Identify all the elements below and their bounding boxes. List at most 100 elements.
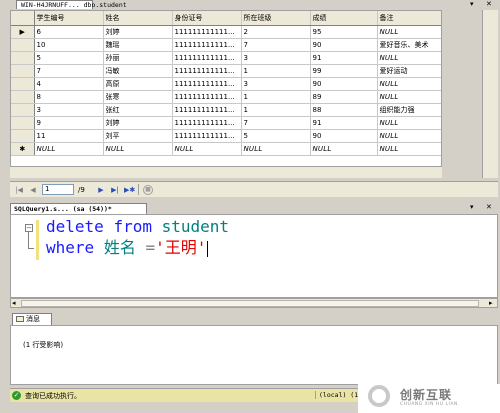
table-cell[interactable]: 99: [310, 64, 378, 78]
table-cell[interactable]: 刘婷: [103, 116, 173, 130]
tab-list-icon[interactable]: ▾: [470, 203, 474, 212]
table-cell[interactable]: NULL: [377, 129, 441, 143]
table-cell[interactable]: NULL: [377, 77, 441, 91]
table-cell[interactable]: NULL: [377, 142, 441, 156]
table-cell[interactable]: NULL: [34, 142, 104, 156]
table-cell[interactable]: NULL: [377, 116, 441, 130]
table-cell[interactable]: 孙丽: [103, 51, 173, 65]
row-selector[interactable]: [11, 129, 35, 143]
table-cell[interactable]: 5: [34, 51, 104, 65]
close-icon[interactable]: ✕: [486, 0, 492, 9]
table-cell[interactable]: NULL: [241, 142, 311, 156]
column-header[interactable]: 学生编号: [34, 11, 104, 26]
table-cell[interactable]: 冯敏: [103, 64, 173, 78]
row-selector[interactable]: [11, 64, 35, 78]
table-cell[interactable]: 95: [310, 25, 378, 39]
row-selector[interactable]: [11, 77, 35, 91]
table-cell[interactable]: 组织能力强: [377, 103, 441, 117]
table-cell[interactable]: 1: [241, 64, 311, 78]
close-icon[interactable]: ✕: [486, 203, 492, 212]
table-cell[interactable]: 111111111111...: [172, 25, 242, 39]
new-record-icon[interactable]: ▶✱: [124, 185, 135, 195]
table-cell[interactable]: NULL: [377, 51, 441, 65]
table-cell[interactable]: 111111111111...: [172, 129, 242, 143]
table-cell[interactable]: 刘婷: [103, 25, 173, 39]
column-header[interactable]: 所在班级: [241, 11, 311, 26]
table-cell[interactable]: 3: [241, 77, 311, 91]
tab-list-icon[interactable]: ▾: [470, 0, 474, 9]
scroll-left-icon[interactable]: ◂: [12, 299, 16, 307]
sql-editor[interactable]: − delete from student where 姓名 ='王明': [10, 214, 498, 298]
last-record-icon[interactable]: ▶|: [110, 185, 120, 195]
table-cell[interactable]: NULL: [377, 25, 441, 39]
table-cell[interactable]: 1: [241, 90, 311, 104]
collapse-icon[interactable]: −: [25, 224, 33, 232]
table-cell[interactable]: NULL: [377, 90, 441, 104]
table-cell[interactable]: 6: [34, 25, 104, 39]
table-cell[interactable]: 高原: [103, 77, 173, 91]
table-cell[interactable]: 89: [310, 90, 378, 104]
table-cell[interactable]: 111111111111...: [172, 90, 242, 104]
table-cell[interactable]: 张红: [103, 103, 173, 117]
table-row[interactable]: 5 孙丽 111111111111... 3 91 NULL: [11, 51, 441, 65]
table-cell[interactable]: 10: [34, 38, 104, 52]
table-cell[interactable]: 91: [310, 51, 378, 65]
table-cell[interactable]: NULL: [310, 142, 378, 156]
column-header[interactable]: 成绩: [310, 11, 378, 26]
table-row[interactable]: 7 冯敏 111111111111... 1 99 爱好运动: [11, 64, 441, 78]
stop-icon[interactable]: ■: [143, 184, 153, 195]
table-cell[interactable]: 3: [241, 51, 311, 65]
row-selector[interactable]: ▶: [11, 25, 35, 39]
table-cell[interactable]: 1: [241, 103, 311, 117]
table-row[interactable]: 8 张寒 111111111111... 1 89 NULL: [11, 90, 441, 104]
prev-record-icon[interactable]: ◀: [28, 185, 38, 195]
table-cell[interactable]: 张寒: [103, 90, 173, 104]
table-cell[interactable]: 111111111111...: [172, 64, 242, 78]
table-cell[interactable]: 88: [310, 103, 378, 117]
column-header[interactable]: 身份证号: [172, 11, 242, 26]
row-selector[interactable]: [11, 103, 35, 117]
first-record-icon[interactable]: |◀: [14, 185, 24, 195]
row-selector[interactable]: [11, 90, 35, 104]
table-cell[interactable]: 3: [34, 103, 104, 117]
table-cell[interactable]: 9: [34, 116, 104, 130]
horizontal-scrollbar[interactable]: ◂ ▸: [10, 298, 498, 308]
table-cell[interactable]: 8: [34, 90, 104, 104]
table-row[interactable]: 4 高原 111111111111... 3 90 NULL: [11, 77, 441, 91]
table-row[interactable]: 10 魏瑶 111111111111... 7 90 爱好音乐、美术: [11, 38, 441, 52]
table-row[interactable]: ▶ 6 刘婷 111111111111... 2 95 NULL: [11, 25, 441, 39]
table-cell[interactable]: 90: [310, 38, 378, 52]
table-cell[interactable]: NULL: [172, 142, 242, 156]
row-selector[interactable]: ✱: [11, 142, 35, 156]
table-cell[interactable]: 90: [310, 129, 378, 143]
table-cell[interactable]: 5: [241, 129, 311, 143]
new-row[interactable]: ✱ NULL NULL NULL NULL NULL NULL: [11, 142, 441, 156]
table-row[interactable]: 11 刘平 111111111111... 5 90 NULL: [11, 129, 441, 143]
column-header[interactable]: 备注: [377, 11, 441, 26]
table-cell[interactable]: 11: [34, 129, 104, 143]
table-cell[interactable]: 7: [241, 116, 311, 130]
table-cell[interactable]: 111111111111...: [172, 103, 242, 117]
table-cell[interactable]: 7: [241, 38, 311, 52]
column-header[interactable]: 姓名: [103, 11, 173, 26]
next-record-icon[interactable]: ▶: [96, 185, 106, 195]
table-cell[interactable]: NULL: [103, 142, 173, 156]
table-cell[interactable]: 111111111111...: [172, 38, 242, 52]
scroll-right-icon[interactable]: ▸: [489, 299, 493, 307]
vertical-scrollbar[interactable]: [482, 10, 498, 178]
table-cell[interactable]: 91: [310, 116, 378, 130]
table-cell[interactable]: 111111111111...: [172, 77, 242, 91]
tab-messages[interactable]: 消息: [12, 313, 52, 325]
table-cell[interactable]: 7: [34, 64, 104, 78]
tab-sql-query[interactable]: SQLQuery1.s... (sa (54))*: [10, 203, 147, 214]
tab-student-table[interactable]: WIN-H4JRNUFF... dbo.student: [16, 0, 127, 9]
table-cell[interactable]: 刘平: [103, 129, 173, 143]
table-cell[interactable]: 111111111111...: [172, 116, 242, 130]
table-cell[interactable]: 2: [241, 25, 311, 39]
row-selector[interactable]: [11, 116, 35, 130]
table-cell[interactable]: 爱好音乐、美术: [377, 38, 441, 52]
table-cell[interactable]: 魏瑶: [103, 38, 173, 52]
row-selector[interactable]: [11, 38, 35, 52]
table-row[interactable]: 3 张红 111111111111... 1 88 组织能力强: [11, 103, 441, 117]
current-record-input[interactable]: 1: [42, 184, 74, 195]
